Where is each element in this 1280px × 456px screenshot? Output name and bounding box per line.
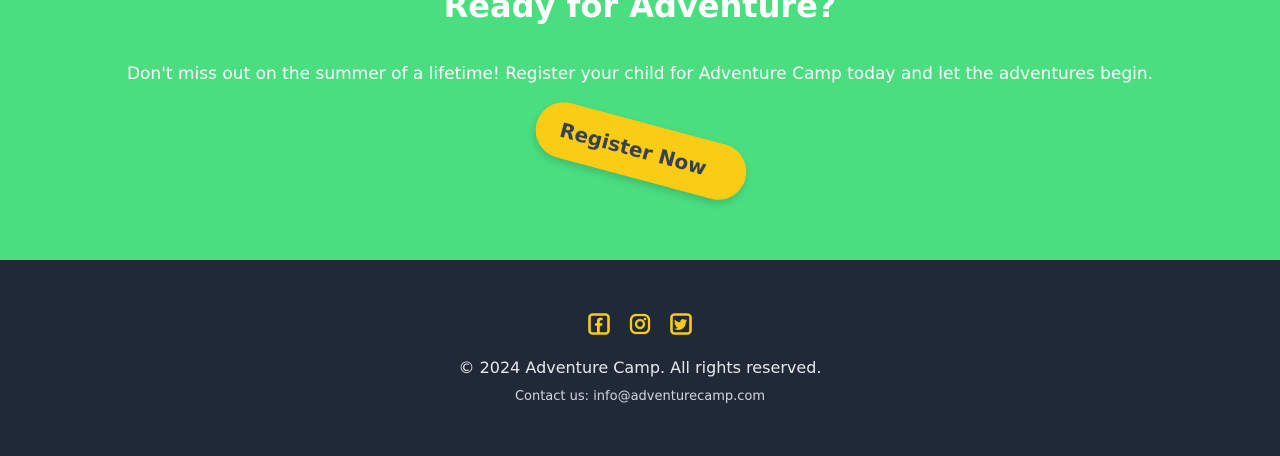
instagram-link[interactable] (629, 312, 651, 336)
register-now-label: Register Now (557, 117, 710, 181)
contact-email-link[interactable]: info@adventurecamp.com (593, 389, 765, 404)
facebook-link[interactable] (588, 312, 610, 336)
facebook-square-icon (588, 313, 610, 335)
contact-line: Contact us: info@adventurecamp.com (0, 387, 1280, 407)
cta-description: Don't miss out on the summer of a lifeti… (126, 64, 1154, 84)
copyright-text: © 2024 Adventure Camp. All rights reserv… (458, 358, 822, 377)
instagram-icon (629, 313, 651, 335)
contact-prefix: Contact us: (514, 389, 594, 404)
twitter-square-icon (670, 313, 692, 335)
footer: © 2024 Adventure Camp. All rights reserv… (0, 260, 1280, 456)
cta-section: Ready for Adventure? Don't miss out on t… (0, 0, 1280, 260)
social-links (0, 312, 1280, 336)
register-now-button[interactable]: Register Now (529, 96, 753, 206)
twitter-link[interactable] (670, 312, 692, 336)
cta-title: Ready for Adventure? (443, 0, 837, 25)
